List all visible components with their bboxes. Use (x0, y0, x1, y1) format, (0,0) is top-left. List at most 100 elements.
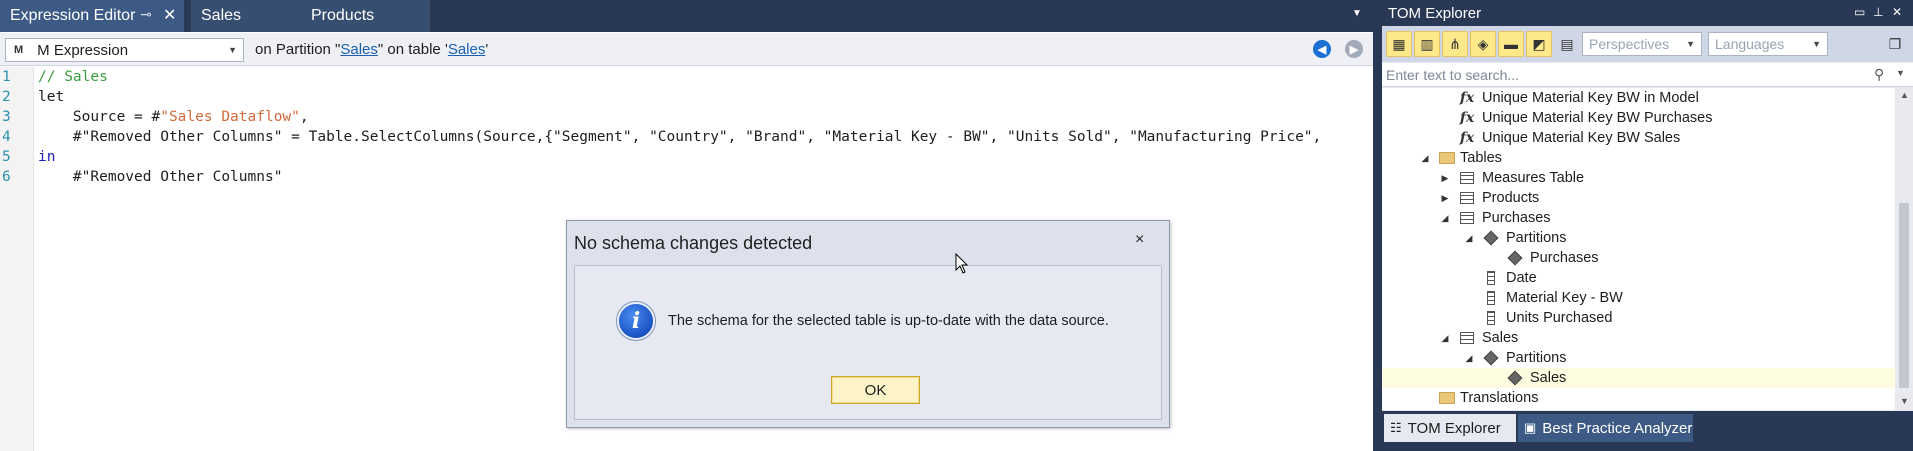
tree-item[interactable]: Date (1382, 268, 1895, 288)
perspectives-placeholder: Perspectives (1589, 36, 1670, 52)
code-token: , (299, 109, 309, 125)
pin-icon[interactable]: ⊸ (140, 6, 152, 23)
collapse-icon[interactable]: ◢ (1464, 353, 1474, 364)
partitions-icon (1482, 350, 1500, 366)
close-icon[interactable]: ✕ (1892, 5, 1902, 19)
expression-type-select[interactable]: M M Expression ▼ (5, 38, 244, 62)
tree-item[interactable]: ◢ Purchases (1382, 208, 1895, 228)
tree-item[interactable]: Material Key - BW (1382, 288, 1895, 308)
schema-dialog: No schema changes detected × i The schem… (566, 220, 1170, 428)
tree-item[interactable]: ▶ Products (1382, 188, 1895, 208)
line-number: 2 (2, 89, 11, 105)
tab-expression-editor[interactable]: Expression Editor ⊸ ✕ (0, 0, 184, 32)
info-icon: i (617, 302, 655, 340)
tree-item-label: Translations (1460, 390, 1539, 406)
line-number: 4 (2, 129, 11, 145)
navigate-back-icon[interactable]: ◀ (1313, 40, 1331, 58)
tree-item[interactable]: Units Purchased (1382, 308, 1895, 328)
table-link[interactable]: Sales (448, 41, 486, 58)
app-window: Expression Editor ⊸ ✕ Sales Products ▼ M… (0, 0, 1913, 451)
ok-button[interactable]: OK (831, 376, 920, 404)
code-line: Source = #"Sales Dataflow", (38, 109, 309, 125)
tree-item-selected[interactable]: Sales (1382, 368, 1895, 388)
new-window-icon[interactable]: ❐ (1882, 31, 1908, 57)
tab-products[interactable]: Products (301, 0, 430, 32)
window-position-icon[interactable]: ▭ (1854, 5, 1865, 19)
scroll-down-icon[interactable]: ▼ (1900, 396, 1909, 406)
tab-best-practice-analyzer[interactable]: ▣ Best Practice Analyzer (1518, 414, 1693, 442)
tree-item[interactable]: ▶ Measures Table (1382, 168, 1895, 188)
partition-prefix-text: on Partition " (255, 41, 341, 58)
tom-explorer-pane: TOM Explorer ▭ ⊥ ✕ ▦ ▥ ⋔ ◈ ▬ ◩ ▤ Perspec… (1382, 0, 1913, 451)
tom-explorer-titlebar: TOM Explorer ▭ ⊥ ✕ (1382, 0, 1913, 26)
collapse-icon[interactable]: ◢ (1440, 333, 1450, 344)
column-icon (1482, 270, 1500, 286)
tree-item-label: Partitions (1506, 230, 1567, 246)
folder-icon (1438, 150, 1456, 166)
collapse-icon[interactable]: ◢ (1420, 153, 1430, 164)
column-icon (1482, 290, 1500, 306)
folder-icon (1438, 390, 1456, 406)
tree-item[interactable]: Purchases (1382, 248, 1895, 268)
table-icon (1458, 190, 1476, 206)
scroll-up-icon[interactable]: ▲ (1900, 90, 1909, 100)
tab-sales[interactable]: Sales (191, 0, 301, 32)
tree-item-label: Sales (1482, 330, 1519, 346)
close-icon[interactable]: × (1135, 231, 1144, 249)
columns-icon[interactable]: ▤ (1554, 31, 1580, 57)
calculator-icon[interactable]: ▦ (1386, 31, 1412, 57)
mouse-cursor-icon (955, 253, 969, 274)
table-icon (1458, 170, 1476, 186)
tree-scrollbar[interactable]: ▲ ▼ (1895, 88, 1913, 410)
tree-item[interactable]: Translations (1382, 388, 1895, 408)
perspectives-select[interactable]: Perspectives ▼ (1582, 32, 1702, 56)
line-number: 3 (2, 109, 11, 125)
partition-link[interactable]: Sales (340, 41, 378, 58)
tree-item[interactable]: ◢ Partitions (1382, 228, 1895, 248)
tree-item-label: Partitions (1506, 350, 1567, 366)
tab-label: TOM Explorer (1407, 419, 1501, 437)
scroll-thumb[interactable] (1899, 203, 1909, 388)
pin-icon[interactable]: ⊥ (1873, 5, 1883, 19)
collapse-icon[interactable]: ◢ (1440, 213, 1450, 224)
tree-item[interactable]: ◢ Tables (1382, 148, 1895, 168)
measure-icon: fx (1459, 130, 1475, 146)
tree-item[interactable]: ◢ Sales (1382, 328, 1895, 348)
navigate-forward-icon[interactable]: ▶ (1345, 40, 1363, 58)
expand-icon[interactable]: ▶ (1440, 193, 1450, 204)
chevron-down-icon[interactable]: ▼ (1352, 8, 1364, 20)
expression-type-value: M Expression (37, 41, 129, 59)
tree-item-label: Unique Material Key BW in Model (1482, 90, 1699, 106)
m-language-icon: M (14, 44, 24, 56)
expand-icon[interactable]: ▶ (1440, 173, 1450, 184)
document-tab-strip: Expression Editor ⊸ ✕ Sales Products ▼ (0, 0, 1373, 32)
table-icon (1458, 210, 1476, 226)
column-view-icon[interactable]: ▥ (1414, 31, 1440, 57)
tree-item[interactable]: fx Unique Material Key BW in Model (1382, 88, 1895, 108)
line-number: 5 (2, 149, 11, 165)
close-icon[interactable]: ✕ (163, 5, 176, 25)
code-token: Source = # (38, 109, 161, 125)
tool-window-tabs: ☷ TOM Explorer ▣ Best Practice Analyzer (1382, 411, 1913, 451)
analyzer-icon: ▣ (1524, 420, 1537, 435)
model-tree: fx Unique Material Key BW in Model fx Un… (1382, 88, 1895, 410)
search-icon[interactable]: ⚲ (1874, 66, 1884, 83)
hidden-objects-icon[interactable]: ◩ (1526, 31, 1552, 57)
languages-select[interactable]: Languages ▼ (1708, 32, 1828, 56)
tree-item[interactable]: fx Unique Material Key BW Sales (1382, 128, 1895, 148)
cube-icon[interactable]: ◈ (1470, 31, 1496, 57)
code-string-token: "Sales Dataflow" (160, 109, 300, 125)
tree-item-label: Sales (1530, 370, 1567, 386)
collapse-icon[interactable]: ◢ (1464, 233, 1474, 244)
chevron-down-icon[interactable]: ▼ (1896, 68, 1905, 78)
partition-icon (1506, 370, 1524, 386)
tab-tom-explorer[interactable]: ☷ TOM Explorer (1384, 414, 1516, 442)
chevron-down-icon: ▼ (1686, 39, 1695, 49)
hierarchy-icon[interactable]: ⋔ (1442, 31, 1468, 57)
folder-icon[interactable]: ▬ (1498, 31, 1524, 57)
search-input[interactable] (1386, 65, 1866, 85)
tree-item[interactable]: ◢ Partitions (1382, 348, 1895, 368)
partition-info: on Partition "Sales" on table 'Sales' (255, 41, 488, 58)
tree-item[interactable]: fx Unique Material Key BW Purchases (1382, 108, 1895, 128)
partitions-icon (1482, 230, 1500, 246)
